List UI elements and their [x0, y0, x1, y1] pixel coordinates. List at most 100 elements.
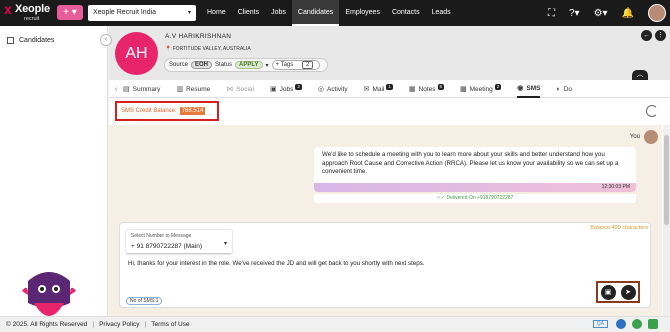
nav-home[interactable]: Home — [201, 0, 232, 26]
notes-icon: ▦ — [408, 86, 416, 93]
privacy-policy-link[interactable]: Privacy Policy — [99, 321, 139, 328]
jobs-badge: 2 — [295, 84, 302, 90]
tab-summary[interactable]: ▤ Summary — [123, 81, 160, 98]
help-icon[interactable]: ?▾ — [569, 8, 580, 19]
tab-label: Jobs — [279, 85, 294, 93]
tab-meeting[interactable]: ▩ Meeting 2 — [460, 81, 502, 98]
footer-separator: | — [92, 321, 95, 328]
footer: © 2025. All Rights Reserved | Privacy Po… — [0, 316, 670, 332]
header-actions: ← ⋮ — [638, 30, 666, 41]
refresh-icon[interactable] — [646, 105, 658, 117]
recipient-number-label: Select Number to Message — [131, 233, 192, 239]
mail-badge: 1 — [386, 84, 393, 90]
candidate-avatar: AH — [115, 32, 158, 75]
tab-label: Activity — [326, 85, 348, 93]
sms-message-input[interactable]: Hi, thanks for your interest in the role… — [128, 260, 425, 267]
candidate-tabs: ‹ ▤ Summary ▥ Resume ⋈ Social ▣ Jobs 2 ◎ Activ… — [109, 81, 670, 98]
recipient-number-select[interactable]: Select Number to Message + 91 8790722287… — [126, 230, 232, 254]
account-icon[interactable] — [616, 319, 626, 329]
meeting-icon: ▩ — [460, 86, 467, 93]
tab-scroll-left-icon[interactable]: ‹ — [109, 86, 123, 93]
delivery-status-text: Delivered On +918790722287 — [446, 195, 514, 201]
sidebar-item-candidates[interactable]: Candidates — [7, 37, 54, 44]
nav-employees[interactable]: Employees — [339, 0, 386, 26]
copyright-text: © 2025. All Rights Reserved — [6, 321, 88, 328]
delivery-status: ✓✓ Delivered On +918790722287 — [314, 194, 636, 203]
sidebar-collapse-button[interactable]: ‹ — [100, 34, 112, 46]
vertical-scrollbar[interactable] — [663, 125, 670, 316]
wifi-icon — [648, 319, 658, 329]
main-panel: AH A.V HARIKRISHNAN 📍 FORTITUDE VALLEY, … — [109, 26, 670, 316]
template-button[interactable]: ▣ — [600, 284, 616, 300]
tab-label: SMS — [526, 84, 541, 92]
back-arrow-icon[interactable]: ← — [641, 30, 652, 41]
sender-label: You — [629, 134, 640, 140]
candidate-name: A.V HARIKRISHNAN — [165, 33, 232, 40]
candidate-location-text: FORTITUDE VALLEY, AUSTRALIA — [172, 46, 251, 52]
organization-select-value: Xeople Recruit India — [93, 9, 157, 16]
footer-separator: | — [144, 321, 147, 328]
main-nav: Home Clients Jobs Candidates Employees C… — [201, 0, 457, 26]
location-pin-icon: 📍 — [165, 46, 172, 52]
status-caret-icon[interactable]: ▾ — [266, 62, 269, 69]
logo-text: Xeople — [15, 3, 50, 15]
tags-button[interactable]: + Tags 2 — [271, 60, 321, 70]
tab-social[interactable]: ⋈ Social — [226, 81, 254, 98]
source-status-row: Source EOH Status APPLY ▾ + Tags 2 — [164, 58, 329, 72]
tab-docs[interactable]: ◐ Do — [556, 81, 572, 98]
collapse-header-button[interactable]: ︿ — [632, 70, 648, 80]
tab-notes[interactable]: ▦ Notes 8 — [408, 81, 445, 98]
tab-jobs[interactable]: ▣ Jobs 2 — [270, 81, 302, 98]
compose-actions: ▣ ➤ — [596, 281, 640, 303]
user-avatar[interactable] — [648, 4, 666, 22]
tab-label: Do — [563, 85, 573, 93]
source-label: Source — [169, 62, 189, 68]
tab-resume[interactable]: ▥ Resume — [176, 81, 210, 98]
status-value[interactable]: APPLY — [235, 61, 263, 69]
mail-icon: ✉ — [363, 86, 370, 93]
terms-of-use-link[interactable]: Terms of Use — [151, 321, 189, 328]
tags-count: 2 — [301, 61, 314, 69]
summary-icon: ▤ — [123, 86, 130, 93]
tab-activity[interactable]: ◎ Activity — [318, 81, 348, 98]
sidebar-item-label: Candidates — [19, 37, 55, 44]
recipient-number-value: + 91 8790722287 (Main) — [131, 243, 203, 250]
chevron-down-icon: ▾ — [187, 10, 191, 16]
tags-button-label: + Tags — [275, 62, 294, 68]
chevron-down-icon: ▾ — [223, 241, 227, 247]
tab-label: Notes — [418, 85, 436, 93]
expand-icon[interactable]: ⛶ — [548, 8, 555, 19]
notes-badge: 8 — [437, 84, 445, 90]
sms-icon: ◉ — [517, 85, 524, 92]
settings-icon[interactable]: ⚙▾ — [594, 8, 608, 19]
tab-mail[interactable]: ✉ Mail 1 — [364, 81, 393, 98]
environment-badge: QA — [592, 320, 608, 328]
source-value[interactable]: EOH — [191, 61, 213, 69]
footer-status: QA — [592, 319, 664, 329]
xeople-logo[interactable]: x Xeople recruit — [4, 2, 52, 24]
quick-add-button[interactable]: + ▾ — [57, 5, 83, 20]
id-card-icon — [7, 37, 14, 44]
status-ok-icon — [632, 319, 642, 329]
meeting-badge: 2 — [494, 84, 502, 90]
sms-credit-value: 768.514 — [179, 107, 206, 115]
nav-leads[interactable]: Leads — [426, 0, 457, 26]
scrollbar-thumb[interactable] — [664, 135, 669, 225]
nav-contacts[interactable]: Contacts — [386, 0, 426, 26]
tab-label: Social — [236, 85, 254, 93]
send-button[interactable]: ➤ — [620, 284, 636, 300]
sms-message-time: 12:30:03 PM — [314, 183, 636, 192]
tab-sms[interactable]: ◉ SMS — [517, 81, 541, 98]
resume-icon: ▥ — [176, 86, 184, 93]
status-label: Status — [215, 62, 233, 68]
bell-icon[interactable]: 🔔 — [622, 8, 634, 19]
docs-icon: ◐ — [556, 85, 561, 93]
more-options-icon[interactable]: ⋮ — [655, 30, 666, 41]
sender-avatar — [644, 130, 658, 144]
nav-clients[interactable]: Clients — [232, 0, 265, 26]
nav-jobs[interactable]: Jobs — [265, 0, 292, 26]
organization-select[interactable]: Xeople Recruit India ▾ — [88, 5, 196, 21]
characters-balance: Balance:499 characters — [590, 225, 648, 231]
jobs-icon: ▣ — [270, 86, 277, 93]
nav-candidates[interactable]: Candidates — [291, 0, 340, 26]
